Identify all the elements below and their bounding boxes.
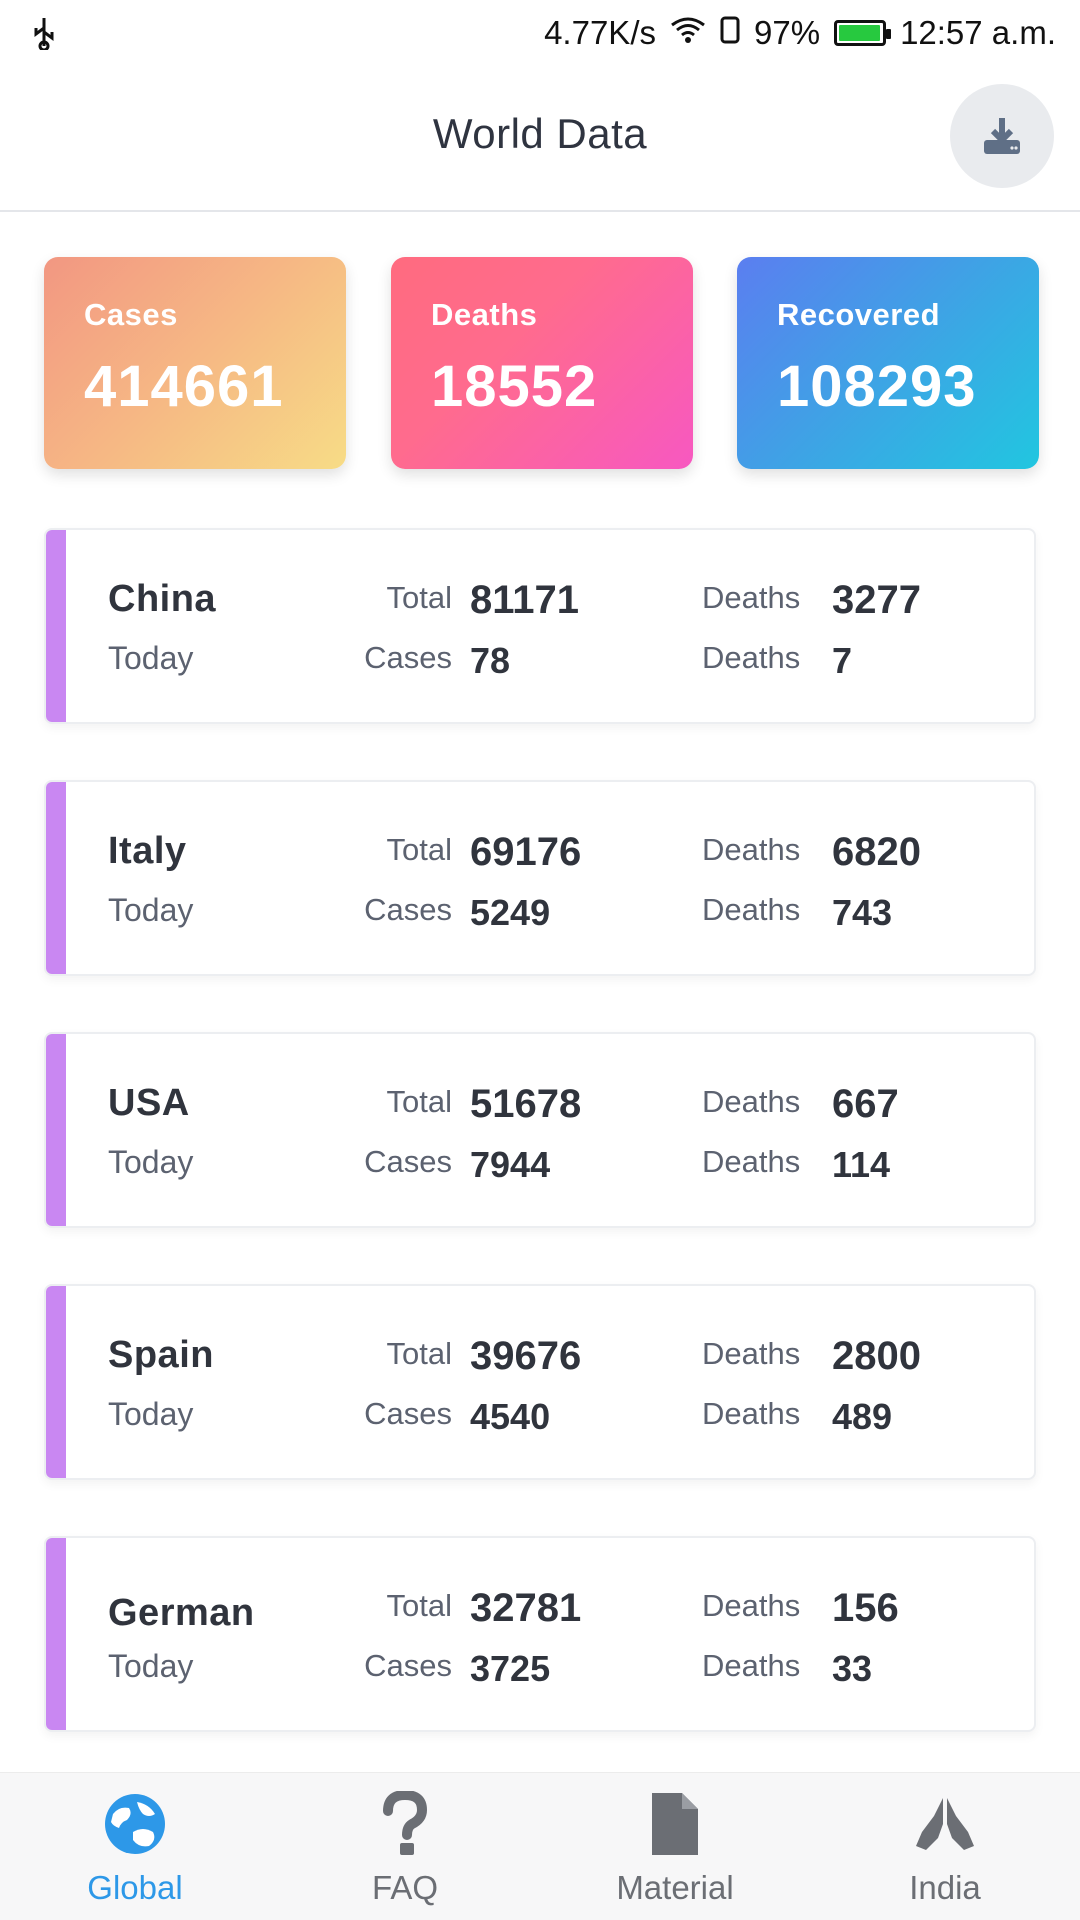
total-label: Total [386, 1336, 452, 1371]
nav-faq-label: FAQ [371, 1869, 439, 1906]
total-value: 39676 [470, 1334, 582, 1378]
total-label: Total [386, 1084, 452, 1119]
country-card-china[interactable]: China Today Total 81171 Cases 78 Deaths … [44, 528, 1036, 724]
clock: 12:57 a.m. [900, 14, 1056, 51]
card-accent-bar [46, 1286, 66, 1478]
question-icon [370, 1789, 440, 1859]
cases-today-value: 7944 [470, 1144, 551, 1185]
country-name: Italy [108, 830, 187, 872]
country-name: China [108, 578, 217, 620]
today-label: Today [108, 1648, 194, 1684]
cases-today-value: 4540 [470, 1396, 551, 1437]
deaths-total-value: 2800 [832, 1334, 921, 1378]
deaths-label: Deaths [431, 297, 538, 332]
nav-india-label: India [909, 1869, 981, 1906]
total-value: 69176 [470, 830, 582, 874]
total-value: 32781 [470, 1586, 582, 1630]
nav-india[interactable]: India [810, 1773, 1080, 1920]
country-name: USA [108, 1082, 190, 1124]
nav-material-label: Material [616, 1869, 734, 1906]
cases-today-value: 5249 [470, 892, 551, 933]
card-accent-bar [46, 782, 66, 974]
total-value: 81171 [470, 578, 580, 622]
deaths-today-label: Deaths [702, 640, 801, 675]
cases-today-label: Cases [364, 1396, 452, 1431]
total-label: Total [386, 832, 452, 867]
cases-card: Cases 414661 [44, 257, 346, 469]
cases-label: Cases [84, 297, 178, 332]
download-icon [984, 118, 1020, 154]
recovered-card: Recovered 108293 [737, 257, 1039, 469]
deaths-total-value: 3277 [832, 578, 921, 622]
deaths-value: 18552 [431, 354, 598, 419]
deaths-total-label: Deaths [702, 1336, 801, 1371]
battery-icon [834, 20, 892, 46]
deaths-today-label: Deaths [702, 1144, 801, 1179]
cases-today-label: Cases [364, 1648, 452, 1683]
country-name: German [108, 1592, 255, 1634]
deaths-today-value: 743 [832, 892, 893, 933]
deaths-today-label: Deaths [702, 1396, 801, 1431]
wifi-icon [670, 14, 706, 52]
nav-global-label: Global [87, 1869, 183, 1906]
total-label: Total [386, 580, 452, 615]
today-label: Today [108, 640, 194, 676]
usb-icon [24, 13, 64, 53]
card-accent-bar [46, 1538, 66, 1730]
card-accent-bar [46, 530, 66, 722]
nav-faq[interactable]: FAQ [270, 1773, 540, 1920]
battery-level [839, 25, 880, 41]
cases-today-label: Cases [364, 640, 452, 675]
battery-percent: 97% [754, 14, 821, 51]
deaths-today-label: Deaths [702, 1648, 801, 1683]
cases-value: 414661 [84, 354, 284, 419]
country-card-usa[interactable]: USA Today Total 51678 Cases 7944 Deaths … [44, 1032, 1036, 1228]
document-icon [640, 1789, 710, 1859]
country-name: Spain [108, 1334, 214, 1376]
deaths-today-value: 7 [832, 640, 853, 681]
deaths-total-label: Deaths [702, 832, 801, 867]
status-bar: 4.77K/s 97% 12:57 a.m. [0, 0, 1080, 66]
deaths-today-value: 489 [832, 1396, 893, 1437]
deaths-today-value: 33 [832, 1648, 873, 1689]
cases-today-value: 3725 [470, 1648, 551, 1689]
download-button[interactable] [950, 84, 1054, 188]
cases-today-label: Cases [364, 892, 452, 927]
cases-today-label: Cases [364, 1144, 452, 1179]
globe-icon [100, 1789, 170, 1859]
recovered-label: Recovered [777, 297, 941, 332]
total-value: 51678 [470, 1082, 582, 1126]
deaths-today-label: Deaths [702, 892, 801, 927]
country-card-italy[interactable]: Italy Today Total 69176 Cases 5249 Death… [44, 780, 1036, 976]
today-label: Today [108, 892, 194, 928]
network-speed: 4.77K/s [544, 14, 656, 51]
deaths-total-label: Deaths [702, 1588, 801, 1623]
card-accent-bar [46, 1034, 66, 1226]
nav-global[interactable]: Global [0, 1773, 270, 1920]
bottom-nav: Global FAQ Material India [0, 1772, 1080, 1920]
deaths-total-label: Deaths [702, 1084, 801, 1119]
deaths-card: Deaths 18552 [391, 257, 693, 469]
total-label: Total [386, 1588, 452, 1623]
today-label: Today [108, 1396, 194, 1432]
country-card-germany[interactable]: German Today Total 32781 Cases 3725 Deat… [44, 1536, 1036, 1732]
deaths-total-value: 156 [832, 1586, 899, 1630]
sim-icon [720, 14, 740, 52]
deaths-total-value: 667 [832, 1082, 899, 1126]
deaths-total-value: 6820 [832, 830, 921, 874]
page-title: World Data [432, 110, 648, 157]
country-card-spain[interactable]: Spain Today Total 39676 Cases 4540 Death… [44, 1284, 1036, 1480]
recovered-value: 108293 [777, 354, 977, 419]
nav-material[interactable]: Material [540, 1773, 810, 1920]
praying-hands-icon [910, 1789, 980, 1859]
app-header: World Data [0, 66, 1080, 212]
deaths-today-value: 114 [832, 1144, 891, 1185]
cases-today-value: 78 [470, 640, 511, 681]
today-label: Today [108, 1144, 194, 1180]
deaths-total-label: Deaths [702, 580, 801, 615]
